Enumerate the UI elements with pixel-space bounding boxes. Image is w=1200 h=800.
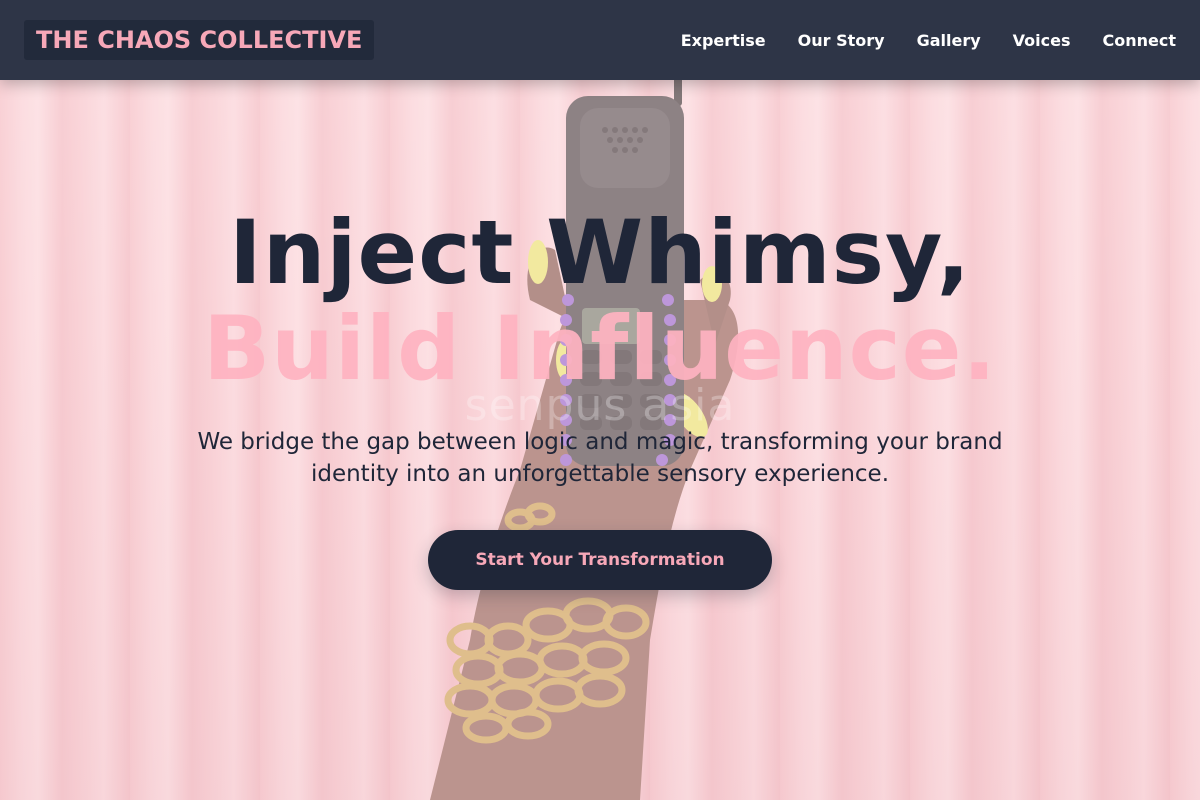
nav-link-voices[interactable]: Voices (1013, 31, 1071, 50)
site-header: THE CHAOS COLLECTIVE Expertise Our Story… (0, 0, 1200, 80)
nav-link-gallery[interactable]: Gallery (917, 31, 981, 50)
hero-headline: Inject Whimsy, Build Influence. (0, 205, 1200, 397)
nav-link-connect[interactable]: Connect (1103, 31, 1177, 50)
main-nav: Expertise Our Story Gallery Voices Conne… (681, 0, 1176, 80)
nav-link-our-story[interactable]: Our Story (798, 31, 885, 50)
hero-subtitle: We bridge the gap between logic and magi… (197, 429, 1003, 487)
headline-line-2: Build Influence. (203, 297, 997, 400)
brand-logo[interactable]: THE CHAOS COLLECTIVE (24, 20, 375, 60)
nav-link-expertise[interactable]: Expertise (681, 31, 766, 50)
start-transformation-button[interactable]: Start Your Transformation (428, 530, 772, 590)
headline-line-1: Inject Whimsy, (228, 201, 972, 304)
hero-section: Inject Whimsy, Build Influence. We bridg… (0, 0, 1200, 800)
